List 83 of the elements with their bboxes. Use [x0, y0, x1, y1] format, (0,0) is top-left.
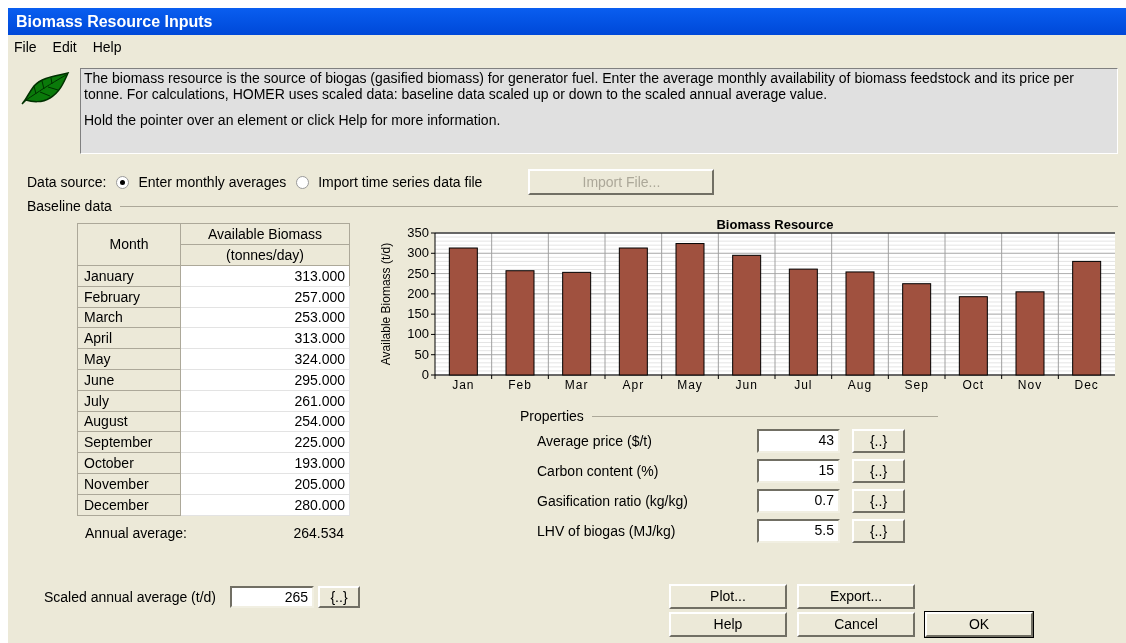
x-tick-label: Nov [1017, 378, 1043, 392]
table-cell[interactable]: 253.000 [180, 307, 350, 328]
y-tick-label: 100 [407, 326, 429, 342]
data-source-label: Data source: [27, 172, 107, 192]
x-tick-label: Jan [452, 378, 475, 392]
annual-average-value: 264.534 [293, 523, 344, 543]
y-tick-label: 300 [407, 245, 429, 261]
window-title: Biomass Resource Inputs [16, 11, 213, 32]
table-cell[interactable]: 280.000 [180, 494, 350, 516]
row-header: March [77, 307, 181, 328]
row-header: June [77, 369, 181, 391]
scaled-average-field[interactable]: 265 [230, 586, 314, 608]
annual-average-label: Annual average: [85, 523, 187, 543]
y-tick-label: 200 [407, 285, 429, 301]
y-tick-label: 250 [407, 265, 429, 281]
column-header: Available Biomass [180, 223, 350, 245]
sensitivity-button[interactable]: {..} [318, 586, 360, 608]
x-tick-label: Feb [508, 378, 532, 392]
table-cell[interactable]: 295.000 [180, 369, 350, 391]
radio-label[interactable]: Enter monthly averages [138, 171, 287, 193]
dialog-button[interactable]: Export... [797, 584, 915, 609]
y-axis-label: Available Biomass (t/d) [379, 242, 393, 366]
x-tick-label: Jul [794, 378, 813, 392]
x-tick-label: Dec [1074, 378, 1099, 392]
property-label: Gasification ratio (kg/kg) [537, 491, 689, 511]
sensitivity-button[interactable]: {..} [852, 459, 905, 483]
dialog-button[interactable]: Help [669, 612, 787, 637]
row-header: September [77, 431, 181, 453]
property-field[interactable]: 0.7 [757, 489, 840, 513]
dialog-button[interactable]: Cancel [797, 612, 915, 637]
property-field[interactable]: 5.5 [757, 519, 840, 543]
menu-item[interactable]: Edit [52, 37, 77, 58]
y-tick-label: 350 [407, 225, 429, 240]
property-field[interactable]: 43 [757, 429, 840, 453]
row-header: April [77, 327, 181, 349]
row-header: May [77, 348, 181, 370]
scaled-average-label: Scaled annual average (t/d) [44, 587, 216, 607]
x-tick-label: Mar [564, 378, 589, 392]
radio-button[interactable] [296, 175, 310, 189]
property-label: LHV of biogas (MJ/kg) [537, 521, 677, 541]
leaf-icon [20, 72, 70, 106]
section-label: Properties [520, 406, 584, 426]
dialog-button[interactable]: OK [925, 612, 1033, 637]
row-header: August [77, 411, 181, 432]
y-tick-label: 150 [407, 306, 429, 322]
row-header: December [77, 494, 181, 516]
row-header: July [77, 390, 181, 412]
menu-item[interactable]: File [14, 37, 37, 58]
column-header: Month [77, 223, 181, 266]
table-cell[interactable]: 261.000 [180, 390, 350, 412]
sensitivity-button[interactable]: {..} [852, 489, 905, 513]
property-label: Average price ($/t) [537, 431, 653, 451]
table-cell[interactable]: 324.000 [180, 348, 350, 370]
table-cell[interactable]: 193.000 [180, 452, 350, 474]
table-cell[interactable]: 205.000 [180, 473, 350, 495]
table-cell[interactable]: 257.000 [180, 286, 350, 308]
x-tick-label: Jun [735, 378, 758, 392]
x-tick-label: Oct [962, 378, 985, 392]
section-label: Baseline data [27, 196, 112, 216]
property-label: Carbon content (%) [537, 461, 660, 481]
radio-button[interactable] [116, 175, 130, 189]
y-tick-label: 50 [414, 346, 429, 362]
dialog-button[interactable]: Plot... [669, 584, 787, 609]
radio-label[interactable]: Import time series data file [318, 171, 483, 193]
description-text: Hold the pointer over an element or click Help for more information. [84, 112, 502, 128]
table-cell[interactable]: 225.000 [180, 431, 350, 453]
menu-item[interactable]: Help [92, 37, 122, 58]
x-tick-label: Aug [847, 378, 873, 392]
row-header: January [77, 265, 181, 287]
row-header: February [77, 286, 181, 308]
table-cell[interactable]: 313.000 [180, 327, 350, 349]
x-tick-label: Sep [904, 378, 929, 392]
x-tick-label: Apr [622, 378, 645, 392]
sensitivity-button[interactable]: {..} [852, 519, 905, 543]
row-header: November [77, 473, 181, 495]
property-field[interactable]: 15 [757, 459, 840, 483]
x-tick-label: May [677, 378, 703, 392]
y-tick-label: 0 [421, 367, 429, 382]
sensitivity-button[interactable]: {..} [852, 429, 905, 453]
chart-title: Biomass Resource [716, 218, 834, 232]
table-cell[interactable]: 254.000 [180, 411, 350, 432]
description-text: The biomass resource is the source of biogas (gasified biomass) for generator fuel. Enter the average monthly availability of biomass feedstock and its price per tonne. For calculations, HOMER uses scaled data: baseline data scaled up or down to the scaled annual average value. [84, 70, 1075, 102]
row-header: October [77, 452, 181, 474]
